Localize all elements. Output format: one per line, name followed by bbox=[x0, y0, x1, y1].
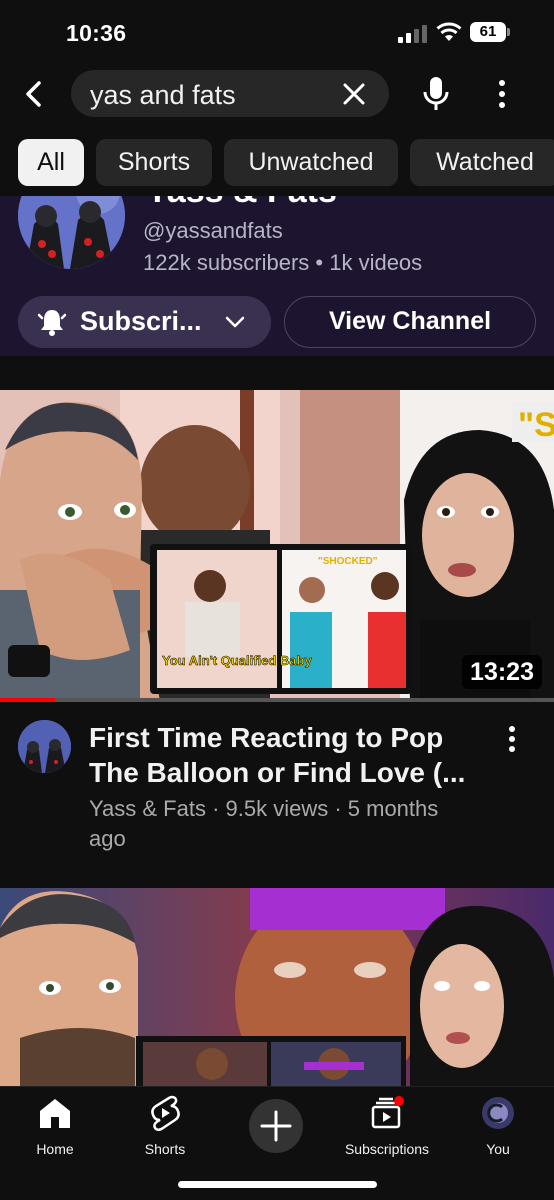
chip-all[interactable]: All bbox=[18, 139, 84, 186]
nav-subscriptions[interactable]: Subscriptions bbox=[332, 1095, 442, 1159]
nav-shorts[interactable]: Shorts bbox=[110, 1095, 220, 1159]
search-bar: yas and fats bbox=[0, 62, 554, 126]
subscriptions-icon bbox=[371, 1096, 404, 1129]
filter-chips: All Shorts Unwatched Watched bbox=[0, 126, 554, 196]
search-input[interactable]: yas and fats bbox=[71, 70, 389, 117]
nav-home-label: Home bbox=[36, 1141, 74, 1157]
create-button[interactable] bbox=[249, 1099, 303, 1153]
channel-stats: 122k subscribers • 1k videos bbox=[143, 250, 423, 275]
nav-home[interactable]: Home bbox=[0, 1095, 110, 1159]
status-bar: 10:36 61 bbox=[0, 0, 554, 62]
view-channel-button[interactable]: View Channel bbox=[284, 296, 536, 348]
subscribed-button[interactable]: Subscri... bbox=[18, 296, 271, 348]
chip-shorts[interactable]: Shorts bbox=[96, 139, 212, 186]
chevron-down-icon bbox=[225, 316, 245, 328]
video-more-options-icon[interactable] bbox=[500, 724, 524, 754]
home-indicator bbox=[178, 1181, 377, 1188]
nav-you[interactable]: You bbox=[443, 1095, 553, 1159]
video-thumbnail-2[interactable] bbox=[0, 888, 554, 1088]
thumb-caption-inset: You Ain't Qualified Baby bbox=[162, 653, 312, 668]
thumb-caption-top: "S bbox=[518, 406, 554, 444]
more-options-icon[interactable] bbox=[489, 78, 515, 110]
home-icon bbox=[40, 1099, 70, 1128]
video-channel-avatar[interactable] bbox=[18, 720, 71, 773]
microphone-icon[interactable] bbox=[420, 76, 452, 112]
nav-subscriptions-label: Subscriptions bbox=[344, 1141, 430, 1157]
channel-card[interactable]: Yass & Fats @yassandfats 122k subscriber… bbox=[0, 196, 554, 356]
avatar-icon bbox=[482, 1097, 514, 1129]
search-query[interactable]: yas and fats bbox=[90, 80, 236, 111]
channel-name[interactable]: Yass & Fats bbox=[146, 196, 337, 211]
channel-avatar[interactable] bbox=[18, 196, 125, 269]
video-title[interactable]: First Time Reacting to Pop The Balloon o… bbox=[89, 720, 479, 790]
chip-unwatched[interactable]: Unwatched bbox=[224, 139, 398, 186]
back-arrow-icon[interactable] bbox=[18, 78, 50, 110]
battery-icon: 61 bbox=[470, 22, 510, 42]
plus-icon bbox=[260, 1110, 292, 1142]
status-time: 10:36 bbox=[66, 20, 127, 46]
chip-watched[interactable]: Watched bbox=[410, 139, 554, 186]
video-metadata[interactable]: First Time Reacting to Pop The Balloon o… bbox=[0, 702, 554, 888]
shorts-icon bbox=[151, 1095, 180, 1131]
nav-you-label: You bbox=[486, 1141, 510, 1157]
battery-level: 61 bbox=[470, 22, 506, 42]
cellular-signal-icon bbox=[398, 25, 427, 43]
bell-icon bbox=[37, 310, 67, 336]
duration-badge: 13:23 bbox=[462, 655, 542, 689]
bottom-navigation: Home Shorts Subscriptions You bbox=[0, 1086, 554, 1200]
subscribe-label: Subscri... bbox=[80, 306, 202, 336]
channel-handle: @yassandfats bbox=[143, 218, 283, 243]
video-thumbnail[interactable]: "S "SHOCKED" You Ain't Qualified Baby 13… bbox=[0, 390, 554, 701]
video-subtitle: Yass & Fats · 9.5k views · 5 months ago bbox=[89, 796, 439, 851]
nav-shorts-label: Shorts bbox=[144, 1141, 186, 1157]
clear-icon[interactable] bbox=[339, 79, 369, 109]
wifi-icon bbox=[436, 22, 462, 41]
thumb-caption-shocked: "SHOCKED" bbox=[318, 556, 378, 567]
